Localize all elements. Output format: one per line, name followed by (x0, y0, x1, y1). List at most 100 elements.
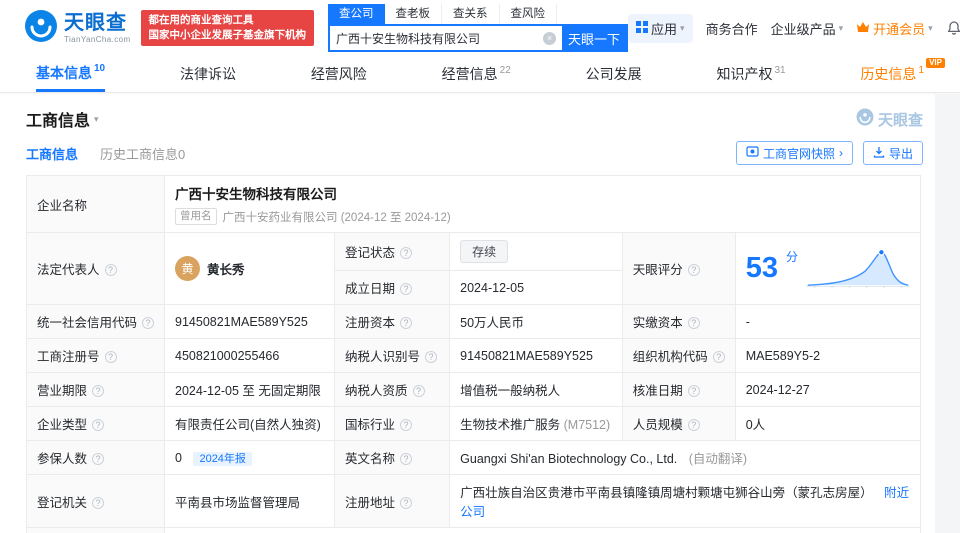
help-icon[interactable]: ? (104, 264, 117, 276)
credit-code-label: 统一社会信用代码 (37, 316, 138, 330)
help-icon[interactable]: ? (687, 385, 700, 397)
help-icon[interactable]: ? (425, 351, 438, 363)
notification-bell-icon[interactable] (946, 20, 960, 36)
tab-business-info[interactable]: 经营信息 22 (442, 56, 511, 92)
insured-value: 0 (175, 450, 182, 465)
org-code-label: 组织机构代码 (632, 350, 708, 364)
company-name-label: 企业名称 (37, 198, 88, 213)
search-button[interactable]: 天眼一下 (562, 26, 627, 50)
taxpayer-quality-value: 增值税一般纳税人 (460, 384, 561, 398)
annual-report-badge[interactable]: 2024年报 (193, 451, 252, 466)
english-name-label: 英文名称 (345, 452, 396, 466)
table-row: 企业名称 广西十安生物科技有限公司 曾用名 广西十安药业有限公司 (2024-1… (25, 175, 921, 233)
brand-name: 天眼查 (64, 11, 127, 34)
former-name-link[interactable]: 广西十安药业有限公司 (2024-12 至 2024-12) (223, 209, 451, 225)
legal-rep-name[interactable]: 黄长秀 (207, 259, 245, 278)
tab-intellectual-property[interactable]: 知识产权 31 (716, 56, 785, 92)
cooperation-label: 商务合作 (705, 21, 758, 37)
help-icon[interactable]: ? (400, 419, 413, 431)
subtab-business-info[interactable]: 工商信息 (26, 144, 78, 163)
org-code-value: MAE589Y5-2 (745, 348, 821, 363)
help-icon[interactable]: ? (400, 317, 413, 329)
section-header: 工商信息 ▾ 天眼查 (14, 99, 933, 135)
reg-capital-label: 注册资本 (345, 316, 396, 330)
help-icon[interactable]: ? (712, 351, 725, 363)
paid-capital-value: - (745, 314, 750, 329)
tab-company-development[interactable]: 公司发展 (586, 56, 642, 92)
search-tab-company[interactable]: 查公司 (328, 4, 385, 24)
vip-label: 开通会员 (873, 21, 926, 37)
table-row: 法定代表人? 黄 黄长秀 登记状态? 存续 天眼评分? 53 分 (25, 232, 922, 305)
official-snapshot-button[interactable]: 工商官网快照 › (735, 141, 853, 165)
help-icon[interactable]: ? (687, 419, 700, 431)
enterprise-menu[interactable]: 企业级产品 ▾ (771, 19, 844, 38)
table-row: 参保人数? 0 2024年报 英文名称? Guangxi Shi'an Biot… (25, 440, 921, 475)
top-header: 天眼查 TianYanCha.com 都在用的商业查询工具 国家中小企业发展子基… (0, 0, 960, 56)
tab-legal-proceedings[interactable]: 法律诉讼 (180, 56, 236, 92)
table-row: 登记机关? 平南县市场监督管理局 注册地址? 广西壮族自治区贵港市平南县镇隆镇周… (25, 474, 921, 528)
reg-no-label: 工商注册号 (37, 350, 100, 364)
help-icon[interactable]: ? (400, 453, 413, 465)
clear-icon[interactable]: × (543, 31, 557, 45)
insured-label: 参保人数 (37, 452, 88, 466)
tab-operating-risk[interactable]: 经营风险 (311, 56, 367, 92)
approved-date-label: 核准日期 (632, 384, 683, 398)
help-icon[interactable]: ? (400, 247, 413, 259)
help-icon[interactable]: ? (142, 317, 155, 329)
enterprise-label: 企业级产品 (770, 21, 836, 37)
search-input[interactable] (330, 31, 544, 45)
tianyan-score[interactable]: 53 分 (746, 245, 910, 292)
paid-capital-label: 实缴资本 (632, 316, 683, 330)
staff-size-value: 0人 (745, 418, 766, 432)
table-row: 企业类型? 有限责任公司(自然人独资) 国标行业? 生物技术推广服务 (M751… (25, 406, 922, 441)
industry-label: 国标行业 (345, 418, 396, 432)
subtab-row: 工商信息 历史工商信息0 工商官网快照 › 导出 (14, 135, 933, 173)
help-icon[interactable]: ? (92, 453, 105, 465)
help-icon[interactable]: ? (92, 419, 105, 431)
company-tab-bar: 基本信息 10 法律诉讼 经营风险 经营信息 22 公司发展 知识产权 31 历史信息… (0, 56, 960, 93)
established-label: 成立日期 (345, 282, 396, 296)
crown-icon (856, 21, 870, 36)
help-icon[interactable]: ? (412, 385, 425, 397)
help-icon[interactable]: ? (400, 283, 413, 295)
company-name[interactable]: 广西十安生物科技有限公司 (175, 183, 910, 203)
help-icon[interactable]: ? (687, 264, 700, 276)
legal-rep-avatar[interactable]: 黄 (175, 256, 201, 281)
tianyancha-logo[interactable]: 天眼查 TianYanCha.com (24, 9, 131, 48)
subtab-history-business-info[interactable]: 历史工商信息0 (100, 144, 185, 163)
chevron-down-icon: ▾ (680, 22, 685, 33)
brand-domain: TianYanCha.com (64, 34, 131, 44)
snapshot-icon (746, 145, 759, 161)
address-label: 注册地址 (345, 495, 396, 510)
promo-line2: 国家中小企业发展子基金旗下机构 (148, 29, 307, 41)
search-tab-risk[interactable]: 查风险 (500, 4, 558, 24)
help-icon[interactable]: ? (104, 351, 117, 363)
apps-label: 应用 (651, 21, 678, 37)
tab-basic-info[interactable]: 基本信息 10 (36, 56, 106, 92)
search-tab-relation[interactable]: 查关系 (442, 4, 500, 24)
apps-menu[interactable]: 应用 ▾ (628, 13, 693, 43)
table-row: 工商注册号? 450821000255466 纳税人识别号? 91450821M… (25, 338, 922, 373)
search-tabs: 查公司 查老板 查关系 查风险 (328, 4, 628, 24)
help-icon[interactable]: ? (92, 496, 105, 509)
vip-menu[interactable]: 开通会员 ▾ (856, 19, 933, 38)
cooperation-link[interactable]: 商务合作 (706, 19, 758, 38)
tab-history-info[interactable]: 历史信息 1 VIP (860, 56, 945, 92)
vip-badge: VIP (926, 58, 945, 68)
chevron-down-icon[interactable]: ▾ (94, 114, 99, 125)
help-icon[interactable]: ? (92, 385, 105, 397)
industry-value: 生物技术推广服务 (460, 418, 561, 432)
chevron-down-icon: ▾ (838, 22, 844, 33)
status-label: 登记状态 (345, 246, 396, 260)
search-area: 查公司 查老板 查关系 查风险 × 天眼一下 (328, 4, 629, 52)
promo-line1: 都在用的商业查询工具 (148, 14, 254, 26)
industry-code: (M7512) (560, 418, 611, 432)
company-type-label: 企业类型 (37, 418, 88, 432)
help-icon[interactable]: ? (400, 496, 413, 509)
score-value: 53 (745, 252, 778, 284)
business-info-table: 企业名称 广西十安生物科技有限公司 曾用名 广西十安药业有限公司 (2024-1… (25, 175, 922, 533)
export-button[interactable]: 导出 (862, 141, 923, 165)
search-tab-boss[interactable]: 查老板 (385, 4, 443, 24)
help-icon[interactable]: ? (687, 317, 700, 329)
approved-date-value: 2024-12-27 (745, 382, 810, 397)
